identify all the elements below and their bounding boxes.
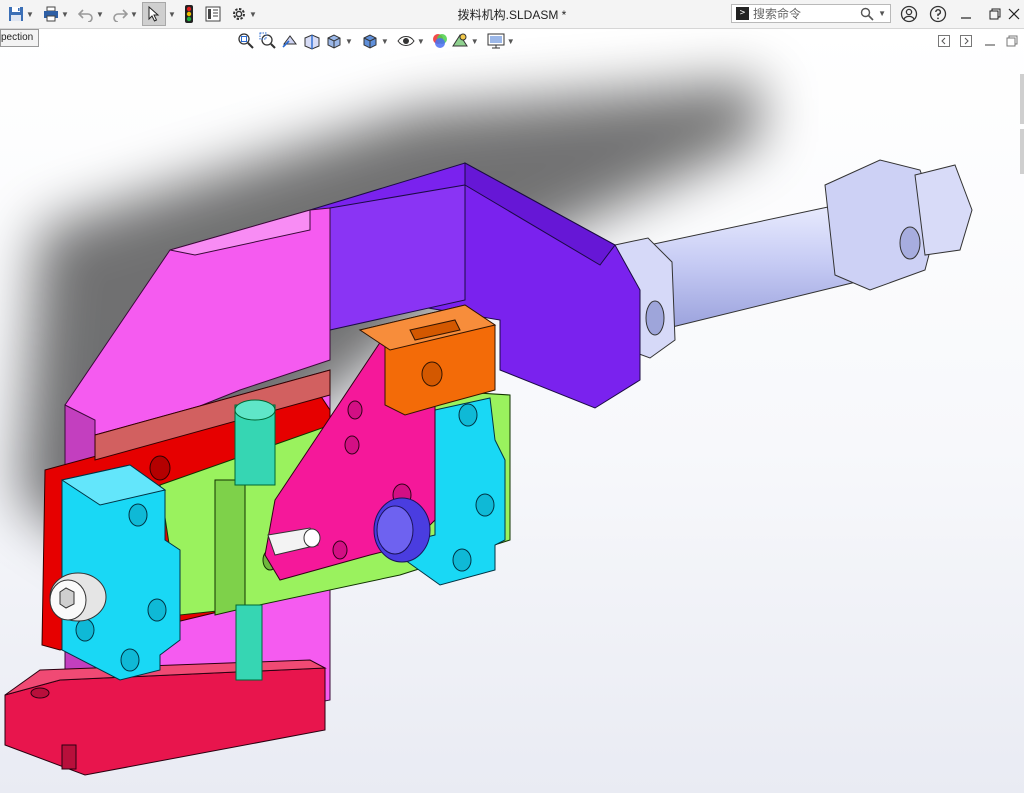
graphics-area[interactable]	[0, 29, 1024, 793]
select-arrow-icon	[148, 6, 160, 22]
expand-right-icon[interactable]	[960, 35, 972, 47]
viewport-restore-icon[interactable]	[1006, 35, 1018, 47]
view-orientation-dropdown[interactable]: ▼	[345, 37, 353, 46]
viewport-minimize-icon[interactable]	[984, 35, 996, 47]
view-settings-icon[interactable]	[487, 32, 505, 50]
help-icon	[929, 5, 947, 23]
right-panel-tab-2[interactable]	[1020, 129, 1024, 174]
display-style-dropdown[interactable]: ▼	[381, 37, 389, 46]
select-dropdown[interactable]: ▼	[166, 3, 176, 25]
cylinder-end-cap	[914, 164, 973, 256]
expand-left-icon[interactable]	[938, 35, 950, 47]
gear-icon	[233, 8, 246, 20]
undo-icon	[78, 9, 93, 22]
end-cap-hole	[899, 226, 921, 260]
minimize-button[interactable]	[955, 3, 977, 25]
section-view-icon[interactable]	[303, 32, 321, 50]
edit-appearance-icon[interactable]	[431, 32, 449, 50]
redo-button[interactable]: ▼	[110, 3, 140, 25]
crimson-base-block[interactable]	[4, 659, 327, 776]
assembly-model[interactable]	[0, 29, 1024, 793]
title-bar: ▼ ▼ ▼ ▼ ▼ ▼ 拨料机构.SLDASM * > 搜索命令 ▼	[0, 0, 1024, 29]
socket-head-screw[interactable]	[49, 572, 107, 622]
display-style-icon[interactable]	[361, 32, 379, 50]
minimize-icon	[961, 17, 971, 19]
help-button[interactable]	[927, 3, 949, 25]
right-panel-tab[interactable]	[1020, 74, 1024, 124]
file-properties-icon	[205, 6, 221, 22]
redo-icon	[113, 9, 129, 22]
select-button[interactable]	[142, 2, 166, 26]
heads-up-view-toolbar: ▼ ▼ ▼ ▼ ▼	[237, 32, 515, 50]
command-prompt-icon: >	[736, 7, 749, 20]
front-nut-hole	[645, 300, 665, 336]
search-dropdown[interactable]: ▼	[878, 9, 886, 18]
search-commands-box[interactable]: > 搜索命令 ▼	[731, 4, 891, 23]
help-user-icon	[900, 5, 918, 23]
save-icon	[9, 7, 24, 21]
options-button[interactable]: ▼	[229, 3, 259, 25]
file-properties-button[interactable]	[204, 3, 222, 25]
print-icon	[44, 6, 59, 22]
blue-roller-knob[interactable]	[373, 497, 431, 563]
cyan-left-clamp[interactable]	[60, 464, 181, 681]
apply-scene-dropdown[interactable]: ▼	[471, 37, 479, 46]
zoom-area-icon[interactable]	[259, 32, 277, 50]
hide-show-icon[interactable]	[397, 32, 415, 50]
close-icon	[1008, 8, 1020, 20]
undo-button[interactable]: ▼	[76, 3, 106, 25]
print-button[interactable]: ▼	[40, 3, 72, 25]
restore-icon	[989, 8, 1001, 20]
user-account-button[interactable]	[898, 3, 920, 25]
close-button[interactable]	[1003, 3, 1024, 25]
hide-show-dropdown[interactable]: ▼	[417, 37, 425, 46]
view-orientation-icon[interactable]	[325, 32, 343, 50]
traffic-light-icon	[185, 5, 193, 23]
search-input[interactable]: 搜索命令	[753, 5, 860, 22]
search-icon[interactable]	[860, 7, 874, 21]
view-settings-dropdown[interactable]: ▼	[507, 37, 515, 46]
tooltip: pection	[0, 29, 40, 47]
viewport-corner-controls	[938, 32, 1024, 50]
zoom-to-fit-icon[interactable]	[237, 32, 255, 50]
rebuild-button[interactable]	[182, 3, 196, 25]
save-button[interactable]: ▼	[4, 3, 38, 25]
previous-view-icon[interactable]	[281, 32, 299, 50]
apply-scene-icon[interactable]	[451, 32, 469, 50]
